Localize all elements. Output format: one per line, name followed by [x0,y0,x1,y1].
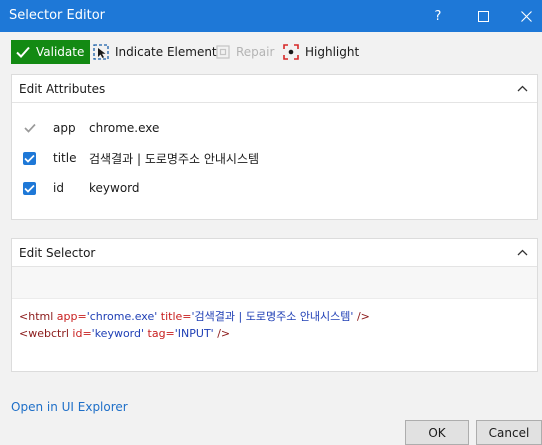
chevron-up-icon[interactable] [517,85,528,92]
selector-attr-name: app= [53,310,87,323]
selector-attr-value: '검색결과 | 도로명주소 안내시스템' [191,310,354,323]
maximize-button[interactable] [462,0,504,32]
title-bar: Selector Editor ? [0,0,542,32]
validate-button[interactable]: Validate [11,40,90,64]
selector-tag-close: /> [213,327,231,340]
edit-attributes-title: Edit Attributes [19,81,106,96]
repair-label: Repair [236,45,275,59]
attribute-row: id keyword [23,177,523,199]
help-icon: ? [434,8,442,24]
selector-line: <html app='chrome.exe' title='검색결과 | 도로명… [19,308,530,325]
cancel-button[interactable]: Cancel [476,420,542,445]
edit-attributes-panel: Edit Attributes app chrome.exe title 검색결… [11,74,538,220]
selector-tag: <webctrl [19,327,69,340]
selector-attr-value: 'chrome.exe' [86,310,158,323]
toolbar: Validate Indicate Element Repair Highlig… [0,32,542,72]
attribute-value[interactable]: chrome.exe [89,121,159,135]
highlight-label: Highlight [305,45,360,59]
selector-tag-close: /> [353,310,370,323]
selector-attr-name: title= [157,310,192,323]
selector-text-area[interactable]: <html app='chrome.exe' title='검색결과 | 도로명… [12,299,537,351]
indicate-cursor-icon [93,44,109,60]
checkmark-icon [16,46,30,58]
window-title: Selector Editor [9,8,106,23]
edit-selector-title: Edit Selector [19,245,96,260]
attribute-checkbox-title[interactable] [23,151,36,165]
repair-icon [216,45,230,59]
repair-button[interactable]: Repair [216,40,274,64]
attribute-name: app [53,121,76,135]
attribute-row: title 검색결과 | 도로명주소 안내시스템 [23,147,523,169]
selector-attr-name: tag= [144,327,175,340]
edit-attributes-header[interactable]: Edit Attributes [12,75,537,103]
edit-selector-panel: Edit Selector <html app='chrome.exe' tit… [11,238,538,372]
highlight-icon [283,44,299,60]
selector-spacer [12,267,537,299]
attribute-checkbox-app [23,122,36,135]
selector-tag: <html [19,310,54,323]
help-button[interactable]: ? [417,0,459,32]
close-button[interactable] [505,0,542,32]
attribute-row: app chrome.exe [23,117,523,139]
highlight-button[interactable]: Highlight [283,40,359,64]
selector-attr-value: 'INPUT' [174,327,214,340]
attribute-checkbox-id[interactable] [23,181,36,195]
edit-selector-header[interactable]: Edit Selector [12,239,537,267]
attribute-name: id [53,181,64,195]
open-in-ui-explorer-link[interactable]: Open in UI Explorer [11,400,128,414]
selector-attr-name: id= [68,327,92,340]
close-icon [520,10,532,22]
attribute-value[interactable]: 검색결과 | 도로명주소 안내시스템 [89,150,259,167]
maximize-icon [477,10,489,22]
selector-attr-value: 'keyword' [91,327,145,340]
chevron-up-icon[interactable] [517,249,528,256]
attribute-name: title [53,151,77,165]
indicate-label: Indicate Element [115,45,217,59]
indicate-element-button[interactable]: Indicate Element [93,40,217,64]
validate-label: Validate [36,45,85,59]
selector-line: <webctrl id='keyword' tag='INPUT' /> [19,325,530,342]
attribute-value[interactable]: keyword [89,181,140,195]
ok-button[interactable]: OK [405,420,469,445]
